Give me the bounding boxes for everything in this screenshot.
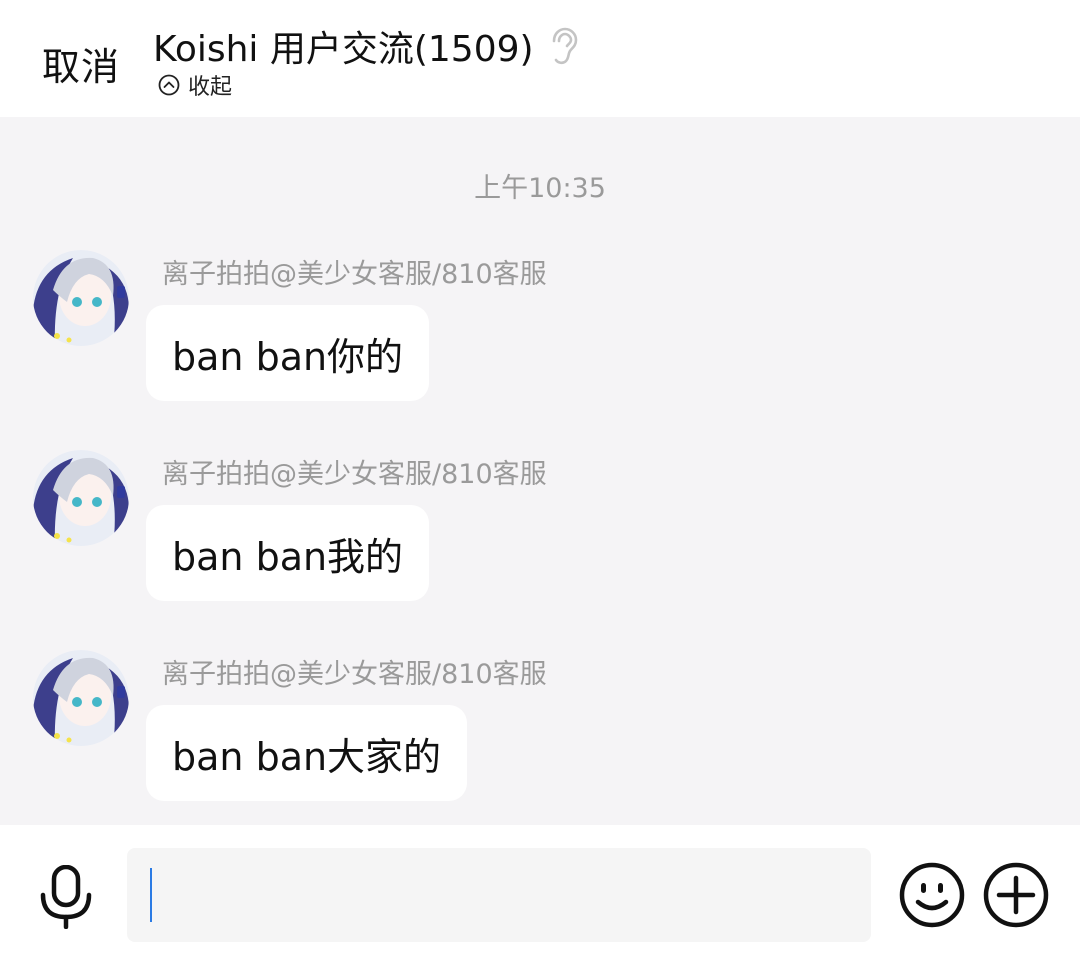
chevron-up-circle-icon [158,74,180,96]
plus-circle-icon[interactable] [983,862,1049,932]
cancel-button[interactable]: 取消 [42,36,120,91]
message-bubble[interactable]: ban ban我的 [146,505,430,601]
message-timestamp: 上午10:35 [474,173,606,204]
message-bubble[interactable]: ban ban你的 [146,305,430,401]
sender-name: 离子拍拍@美少女客服/810客服 [162,459,547,490]
chat-area[interactable]: 上午10:35 离子拍拍@美少女客服/810客服 ban ban你的 离子拍拍@… [0,117,1080,825]
avatar[interactable] [33,650,129,746]
sender-name: 离子拍拍@美少女客服/810客服 [162,259,547,290]
message-item: 离子拍拍@美少女客服/810客服 ban ban大家的 [0,650,1080,810]
avatar[interactable] [33,450,129,546]
microphone-icon[interactable] [38,864,94,933]
message-item: 离子拍拍@美少女客服/810客服 ban ban你的 [0,250,1080,410]
ear-icon[interactable] [548,27,578,65]
avatar[interactable] [33,250,129,346]
chat-header: 取消 Koishi 用户交流(1509) 收起 [0,0,1080,117]
message-item: 离子拍拍@美少女客服/810客服 ban ban我的 [0,450,1080,610]
message-bubble[interactable]: ban ban大家的 [146,705,468,801]
text-caret [150,868,152,922]
title-area: Koishi 用户交流(1509) [153,20,578,72]
smiley-icon[interactable] [899,862,965,932]
group-title: Koishi 用户交流(1509) [153,29,534,70]
collapse-label: 收起 [188,75,233,100]
input-bar [0,825,1080,965]
message-input[interactable] [127,848,871,942]
collapse-button[interactable]: 收起 [158,69,232,101]
sender-name: 离子拍拍@美少女客服/810客服 [162,659,547,690]
